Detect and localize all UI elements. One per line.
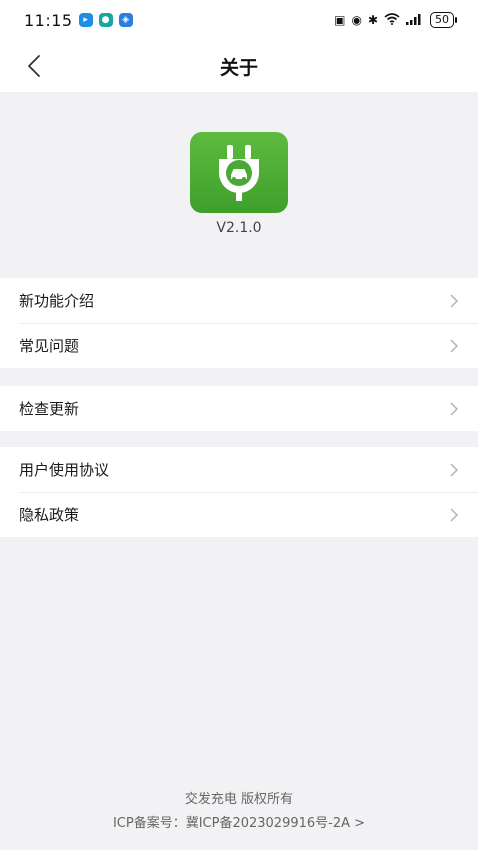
menu-group-info: 新功能介绍 常见问题 <box>0 278 478 368</box>
notification-app-icon: ▸ <box>78 13 93 27</box>
menu-item-label: 用户使用协议 <box>19 461 110 479</box>
status-bar: 11:15 ▸ ● ◈ ▣ ◉ ✱ 50 <box>0 0 478 40</box>
menu-item-label: 检查更新 <box>19 400 80 418</box>
menu-item-label: 隐私政策 <box>19 506 80 524</box>
chevron-right-icon <box>450 338 459 353</box>
menu-item-label: 常见问题 <box>19 337 80 355</box>
chevron-right-icon <box>450 507 459 522</box>
menu-item-check-update[interactable]: 检查更新 <box>0 386 478 431</box>
menu-item-privacy-policy[interactable]: 隐私政策 <box>0 492 478 537</box>
copyright-text: 交发充电 版权所有 <box>184 792 294 807</box>
app-header: V2.1.0 <box>0 92 478 278</box>
chevron-left-icon <box>28 55 40 77</box>
menu-item-user-agreement[interactable]: 用户使用协议 <box>0 447 478 492</box>
bluetooth-icon: ✱ <box>367 13 378 27</box>
menu-item-label: 新功能介绍 <box>19 292 95 310</box>
nfc-icon: ▣ <box>334 13 346 27</box>
menu-group-legal: 用户使用协议 隐私政策 <box>0 447 478 537</box>
chevron-right-icon <box>450 401 459 416</box>
signal-icon <box>406 13 424 28</box>
chevron-right-icon <box>450 462 459 477</box>
app-version: V2.1.0 <box>216 220 262 236</box>
nav-bar: 关于 <box>0 40 478 92</box>
message-notification-icon: ● <box>98 13 113 27</box>
wifi-icon <box>384 12 400 28</box>
menu-item-faq[interactable]: 常见问题 <box>0 323 478 368</box>
back-button[interactable] <box>18 50 50 82</box>
battery-indicator: 50 <box>430 12 457 28</box>
menu-item-new-features[interactable]: 新功能介绍 <box>0 278 478 323</box>
status-time: 11:15 <box>24 10 73 30</box>
page-title: 关于 <box>219 56 258 79</box>
menu-group-update: 检查更新 <box>0 386 478 431</box>
app-logo-icon <box>190 132 288 213</box>
chevron-right-icon <box>450 293 459 308</box>
alarm-icon: ◉ <box>351 13 362 27</box>
status-right: ▣ ◉ ✱ 50 <box>334 12 457 28</box>
status-left: 11:15 ▸ ● ◈ <box>24 11 133 30</box>
icp-link[interactable]: ICP备案号：冀ICP备2023029916号-2A > <box>0 812 478 831</box>
app-notification-icon: ◈ <box>118 13 133 27</box>
